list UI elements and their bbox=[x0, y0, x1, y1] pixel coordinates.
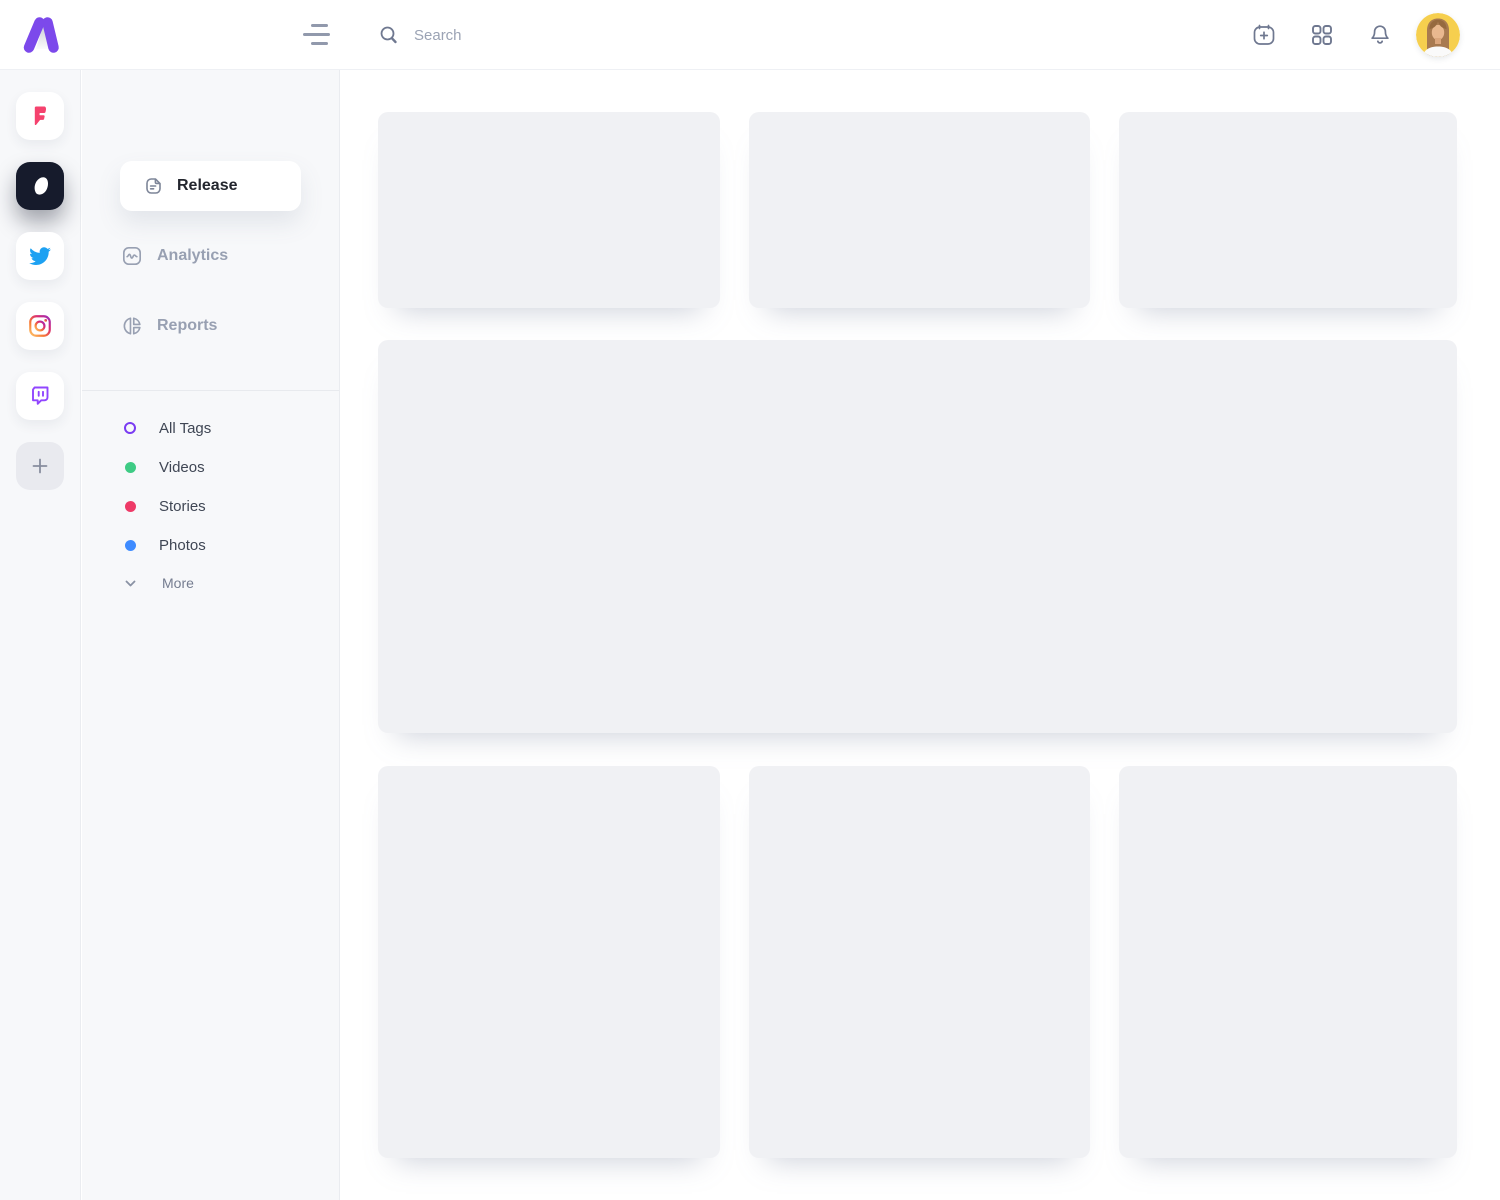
sidebar: Create Ad Release Analytics Reports bbox=[82, 70, 340, 1200]
placeholder-card bbox=[749, 766, 1090, 1158]
search-input[interactable] bbox=[414, 27, 684, 44]
avatar[interactable] bbox=[1416, 13, 1460, 57]
sidebar-divider bbox=[82, 390, 339, 391]
account-twitter[interactable] bbox=[16, 232, 64, 280]
instagram-icon bbox=[27, 313, 53, 339]
apps-grid-icon bbox=[1309, 22, 1335, 48]
account-instagram[interactable] bbox=[16, 302, 64, 350]
tag-label: All Tags bbox=[159, 420, 211, 437]
placeholder-card bbox=[378, 766, 720, 1158]
tag-label: Photos bbox=[159, 537, 206, 554]
notifications-button[interactable] bbox=[1367, 22, 1393, 48]
dot-icon bbox=[120, 540, 146, 551]
sidebar-item-label: Reports bbox=[157, 317, 217, 335]
twitter-icon bbox=[27, 243, 53, 269]
tag-filter-stories[interactable]: Stories bbox=[120, 494, 206, 518]
dot-icon bbox=[120, 462, 146, 473]
plus-icon bbox=[31, 457, 49, 475]
sidebar-item-analytics[interactable]: Analytics bbox=[120, 241, 228, 271]
new-event-icon bbox=[1251, 22, 1277, 48]
placeholder-card bbox=[378, 112, 720, 308]
ring-icon bbox=[120, 422, 146, 434]
tag-filter-all-tags[interactable]: All Tags bbox=[120, 416, 211, 440]
accounts-rail bbox=[0, 70, 81, 1200]
envato-icon bbox=[27, 173, 53, 199]
search-icon bbox=[378, 24, 400, 46]
placeholder-card bbox=[1119, 112, 1457, 308]
content-area bbox=[340, 70, 1500, 1200]
placeholder-card-featured bbox=[378, 340, 1457, 733]
more-label: More bbox=[162, 575, 194, 591]
tag-label: Stories bbox=[159, 498, 206, 515]
menu-toggle-button[interactable] bbox=[303, 22, 333, 48]
dot-icon bbox=[120, 501, 146, 512]
sidebar-item-label: Release bbox=[177, 177, 238, 195]
tag-filter-videos[interactable]: Videos bbox=[120, 455, 205, 479]
foursquare-icon bbox=[28, 104, 52, 128]
new-event-button[interactable] bbox=[1251, 22, 1277, 48]
bell-icon bbox=[1367, 22, 1393, 48]
app-logo-icon[interactable] bbox=[20, 15, 62, 55]
header bbox=[0, 0, 1500, 70]
pie-chart-icon bbox=[120, 314, 144, 338]
app-root: Create Ad Release Analytics Reports bbox=[0, 0, 1500, 1200]
tags-more-button[interactable]: More bbox=[120, 571, 194, 595]
pulse-icon bbox=[120, 244, 144, 268]
search-bar[interactable] bbox=[378, 17, 698, 53]
tag-filter-photos[interactable]: Photos bbox=[120, 533, 206, 557]
sidebar-item-release[interactable]: Release bbox=[120, 161, 301, 211]
placeholder-card bbox=[1119, 766, 1457, 1158]
document-icon bbox=[142, 175, 164, 197]
account-envato[interactable] bbox=[16, 162, 64, 210]
add-account-button[interactable] bbox=[16, 442, 64, 490]
chevron-down-icon bbox=[123, 576, 149, 591]
apps-grid-button[interactable] bbox=[1309, 22, 1335, 48]
menu-icon bbox=[311, 24, 328, 27]
placeholder-card bbox=[749, 112, 1090, 308]
account-foursquare[interactable] bbox=[16, 92, 64, 140]
account-twitch[interactable] bbox=[16, 372, 64, 420]
tag-label: Videos bbox=[159, 459, 205, 476]
twitch-icon bbox=[28, 384, 52, 408]
sidebar-item-label: Analytics bbox=[157, 247, 228, 265]
sidebar-item-reports[interactable]: Reports bbox=[120, 311, 217, 341]
